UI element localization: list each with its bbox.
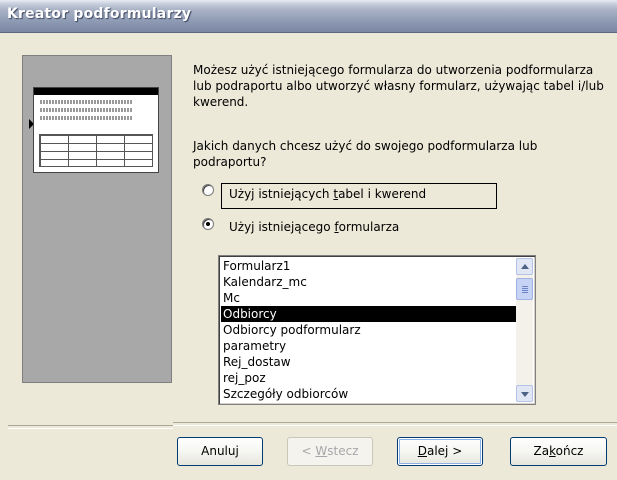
question-line-1: Jakich danych chcesz użyć do swojego pod… [193,139,538,153]
list-item[interactable]: rej_poz [221,370,517,386]
list-item[interactable]: Rej_dostaw [221,354,517,370]
listbox-scrollbar[interactable] [516,258,533,402]
question-line-2: podraportu? [193,155,267,169]
finish-button[interactable]: Zakończ [510,437,607,466]
chevron-up-icon [521,264,529,269]
scroll-down-button[interactable] [516,385,533,402]
option-form-label[interactable]: Użyj istniejącego formularza [229,219,399,235]
wizard-preview-panel [22,55,172,383]
list-item[interactable]: Szczegóły odbiorców [221,386,517,402]
window-title: Kreator podformularzy [7,6,192,22]
list-item[interactable]: parametry [221,338,517,354]
scroll-up-button[interactable] [516,258,533,275]
scroll-thumb[interactable] [516,278,533,300]
radio-use-existing-form[interactable] [202,218,214,230]
title-bar[interactable]: Kreator podformularzy [0,0,617,33]
question-text: Jakich danych chcesz użyć do swojego pod… [193,138,537,170]
forms-list: Formularz1 Kalendarz_mc Mc Odbiorcy Odbi… [221,258,517,402]
divider [8,425,173,429]
divider [173,422,617,426]
description-line-1: Możesz użyć istniejącego formularza do u… [193,63,594,77]
description-line-3: kwerend. [193,95,249,109]
cancel-button[interactable]: Anuluj [177,437,263,466]
list-item[interactable]: Odbiorcy podformularz [221,322,517,338]
form-subform-illustration-icon [33,87,159,173]
description-text: Możesz użyć istniejącego formularza do u… [193,62,604,110]
back-button[interactable]: < Wstecz [287,437,373,466]
option-tables-label[interactable]: Użyj istniejących tabel i kwerend [229,186,426,202]
radio-use-tables-queries[interactable] [202,184,214,196]
list-item[interactable]: Formularz1 [221,258,517,274]
list-item[interactable]: Mc [221,290,517,306]
list-item-selected[interactable]: Odbiorcy [221,306,517,322]
list-item[interactable]: Kalendarz_mc [221,274,517,290]
next-button[interactable]: Dalej > [397,437,483,466]
chevron-down-icon [521,392,529,397]
description-line-2: lub podraportu albo utworzyć własny form… [193,79,604,93]
forms-listbox[interactable]: Formularz1 Kalendarz_mc Mc Odbiorcy Odbi… [218,255,536,405]
